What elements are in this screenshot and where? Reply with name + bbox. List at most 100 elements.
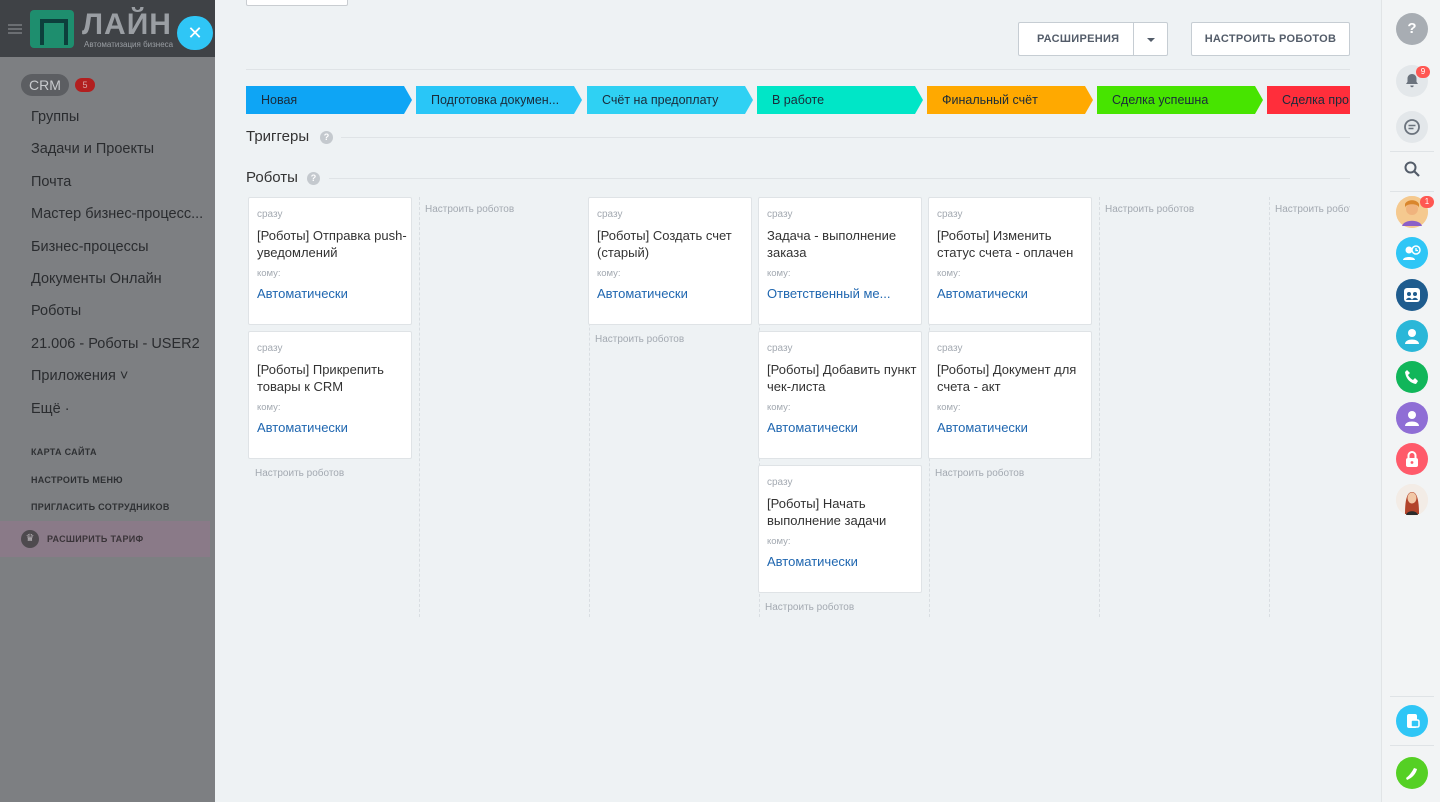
robot-responsible-link[interactable]: Автоматически — [257, 420, 407, 435]
divider — [341, 137, 1350, 138]
robot-title: [Роботы] Отправка push-уведомлений — [257, 228, 407, 260]
upgrade-plan-button[interactable]: ♛ РАСШИРИТЬ ТАРИФ — [0, 521, 210, 557]
robot-title: [Роботы] Начать выполнение задачи — [767, 496, 887, 528]
stage-in-progress[interactable]: В работе — [757, 86, 923, 114]
robots-column-new: сразу [Роботы] Отправка push-уведомлений… — [246, 197, 412, 483]
upgrade-plan-label: РАСШИРИТЬ ТАРИФ — [47, 534, 144, 544]
robot-card[interactable]: сразу [Роботы] Изменить статус счета - о… — [928, 197, 1092, 325]
triggers-title: Триггеры — [246, 128, 310, 145]
setup-robots-link[interactable]: Настроить роботов — [1266, 201, 1350, 219]
sidebar-item-crm[interactable]: CRM — [21, 74, 69, 96]
stage-label: Сделка про — [1282, 93, 1349, 107]
robots-column-in-progress: сразу Задача - выполнение заказа кому: О… — [756, 197, 922, 617]
stage-docs-prep[interactable]: Подготовка докумен... — [416, 86, 582, 114]
robot-responsible-link[interactable]: Автоматически — [257, 286, 407, 301]
user-icon[interactable] — [1396, 402, 1428, 434]
top-button-stub[interactable] — [246, 0, 348, 6]
robot-recipient-label: кому: — [767, 536, 791, 547]
stage-label: Новая — [261, 93, 298, 107]
sidebar-item-robots-user2[interactable]: 21.006 - Роботы - USER2 — [31, 334, 211, 366]
stage-final-invoice[interactable]: Финальный счёт — [927, 86, 1093, 114]
robot-card[interactable]: сразу [Роботы] Начать выполнение задачи … — [758, 465, 922, 593]
column-separator — [1099, 197, 1100, 617]
configure-robots-button[interactable]: НАСТРОИТЬ РОБОТОВ — [1191, 22, 1350, 56]
sidebar-item-documents[interactable]: Документы Онлайн — [31, 269, 211, 301]
divider — [246, 69, 1350, 70]
robots-title: Роботы — [246, 169, 298, 186]
sidebar-item-apps[interactable]: Приложения ˅ — [31, 366, 211, 398]
right-panel: ? 9 1 — [1381, 0, 1440, 802]
robot-card[interactable]: сразу [Роботы] Создать счет (старый) ком… — [588, 197, 752, 325]
close-sidebar-button[interactable]: ✕ — [177, 16, 213, 50]
extensions-label: РАСШИРЕНИЯ — [1037, 33, 1120, 45]
robot-responsible-link[interactable]: Автоматически — [767, 420, 917, 435]
stage-deal-won[interactable]: Сделка успешна — [1097, 86, 1263, 114]
setup-robots-link[interactable]: Настроить роботов — [756, 599, 922, 617]
robot-title: [Роботы] Документ для счета - акт — [937, 362, 1077, 394]
robot-delay: сразу — [767, 477, 793, 488]
document-icon[interactable] — [1396, 705, 1428, 737]
chat-badge: 1 — [1420, 196, 1434, 208]
stage-label: Подготовка докумен... — [431, 93, 560, 107]
setup-robots-link[interactable]: Настроить роботов — [1096, 201, 1262, 219]
site-map-link[interactable]: КАРТА САЙТА — [31, 447, 97, 457]
crown-icon: ♛ — [21, 530, 39, 548]
lock-icon[interactable] — [1396, 443, 1428, 475]
logo-subtitle: Автоматизация бизнеса — [84, 40, 174, 49]
robot-responsible-link[interactable]: Автоматически — [597, 286, 747, 301]
configure-menu-link[interactable]: НАСТРОИТЬ МЕНЮ — [31, 475, 123, 485]
main-content: РАСШИРЕНИЯ НАСТРОИТЬ РОБОТОВ Новая Подго… — [215, 0, 1381, 802]
open-lines-icon[interactable] — [1396, 237, 1428, 269]
sidebar-menu: Группы Задачи и Проекты Почта Мастер биз… — [31, 107, 211, 431]
sidebar-item-more[interactable]: Ещё · — [31, 399, 211, 431]
avatar[interactable] — [1396, 484, 1428, 516]
robot-card[interactable]: сразу [Роботы] Документ для счета - акт … — [928, 331, 1092, 459]
column-separator — [419, 197, 420, 617]
chat-icon[interactable] — [1396, 111, 1428, 143]
group-chat-icon[interactable] — [1396, 279, 1428, 311]
user-icon[interactable] — [1396, 320, 1428, 352]
invite-employees-link[interactable]: ПРИГЛАСИТЬ СОТРУДНИКОВ — [31, 502, 170, 512]
robot-recipient-label: кому: — [257, 402, 281, 413]
stage-deal-lost[interactable]: Сделка про — [1267, 86, 1350, 114]
robots-column-deal-won: Настроить роботов — [1096, 197, 1262, 219]
setup-robots-link[interactable]: Настроить роботов — [586, 331, 752, 349]
help-icon[interactable]: ? — [1396, 13, 1428, 45]
robots-column-deal-lost: Настроить роботов — [1266, 197, 1350, 219]
robot-card[interactable]: сразу [Роботы] Отправка push-уведомлений… — [248, 197, 412, 325]
search-icon[interactable] — [1396, 153, 1428, 185]
robot-recipient-label: кому: — [937, 268, 961, 279]
stage-prepayment-invoice[interactable]: Счёт на предоплату — [587, 86, 753, 114]
sidebar-item-bp-wizard[interactable]: Мастер бизнес-процесс... — [31, 204, 211, 236]
help-icon[interactable]: ? — [307, 172, 320, 185]
call-icon[interactable] — [1396, 757, 1428, 789]
phone-icon[interactable] — [1396, 361, 1428, 393]
robot-responsible-link[interactable]: Ответственный ме... — [767, 286, 917, 301]
robot-card[interactable]: сразу Задача - выполнение заказа кому: О… — [758, 197, 922, 325]
help-icon[interactable]: ? — [320, 131, 333, 144]
robot-title: Задача - выполнение заказа — [767, 228, 897, 260]
robot-responsible-link[interactable]: Автоматически — [937, 420, 1087, 435]
menu-icon[interactable] — [8, 24, 22, 34]
robots-column-final-invoice: сразу [Роботы] Изменить статус счета - о… — [926, 197, 1092, 483]
stage-label: Финальный счёт — [942, 93, 1038, 107]
setup-robots-link[interactable]: Настроить роботов — [926, 465, 1092, 483]
divider — [1390, 151, 1434, 152]
setup-robots-link[interactable]: Настроить роботов — [416, 201, 582, 219]
robot-title: [Роботы] Изменить статус счета - оплачен — [937, 228, 1074, 260]
robot-card[interactable]: сразу [Роботы] Прикрепить товары к CRM к… — [248, 331, 412, 459]
sidebar-item-groups[interactable]: Группы — [31, 107, 211, 139]
robot-card[interactable]: сразу [Роботы] Добавить пункт чек-листа … — [758, 331, 922, 459]
sidebar-item-business-processes[interactable]: Бизнес-процессы — [31, 237, 211, 269]
extensions-button[interactable]: РАСШИРЕНИЯ — [1018, 22, 1168, 56]
sidebar-item-robots[interactable]: Роботы — [31, 301, 211, 333]
stage-bar: Новая Подготовка докумен... Счёт на пред… — [246, 86, 1350, 114]
sidebar-item-mail[interactable]: Почта — [31, 172, 211, 204]
setup-robots-link[interactable]: Настроить роботов — [246, 465, 412, 483]
stage-new[interactable]: Новая — [246, 86, 412, 114]
chevron-down-icon[interactable] — [1133, 23, 1167, 55]
sidebar-item-tasks[interactable]: Задачи и Проекты — [31, 139, 211, 171]
notifications-badge: 9 — [1416, 66, 1430, 78]
robot-responsible-link[interactable]: Автоматически — [767, 554, 917, 569]
robot-responsible-link[interactable]: Автоматически — [937, 286, 1087, 301]
